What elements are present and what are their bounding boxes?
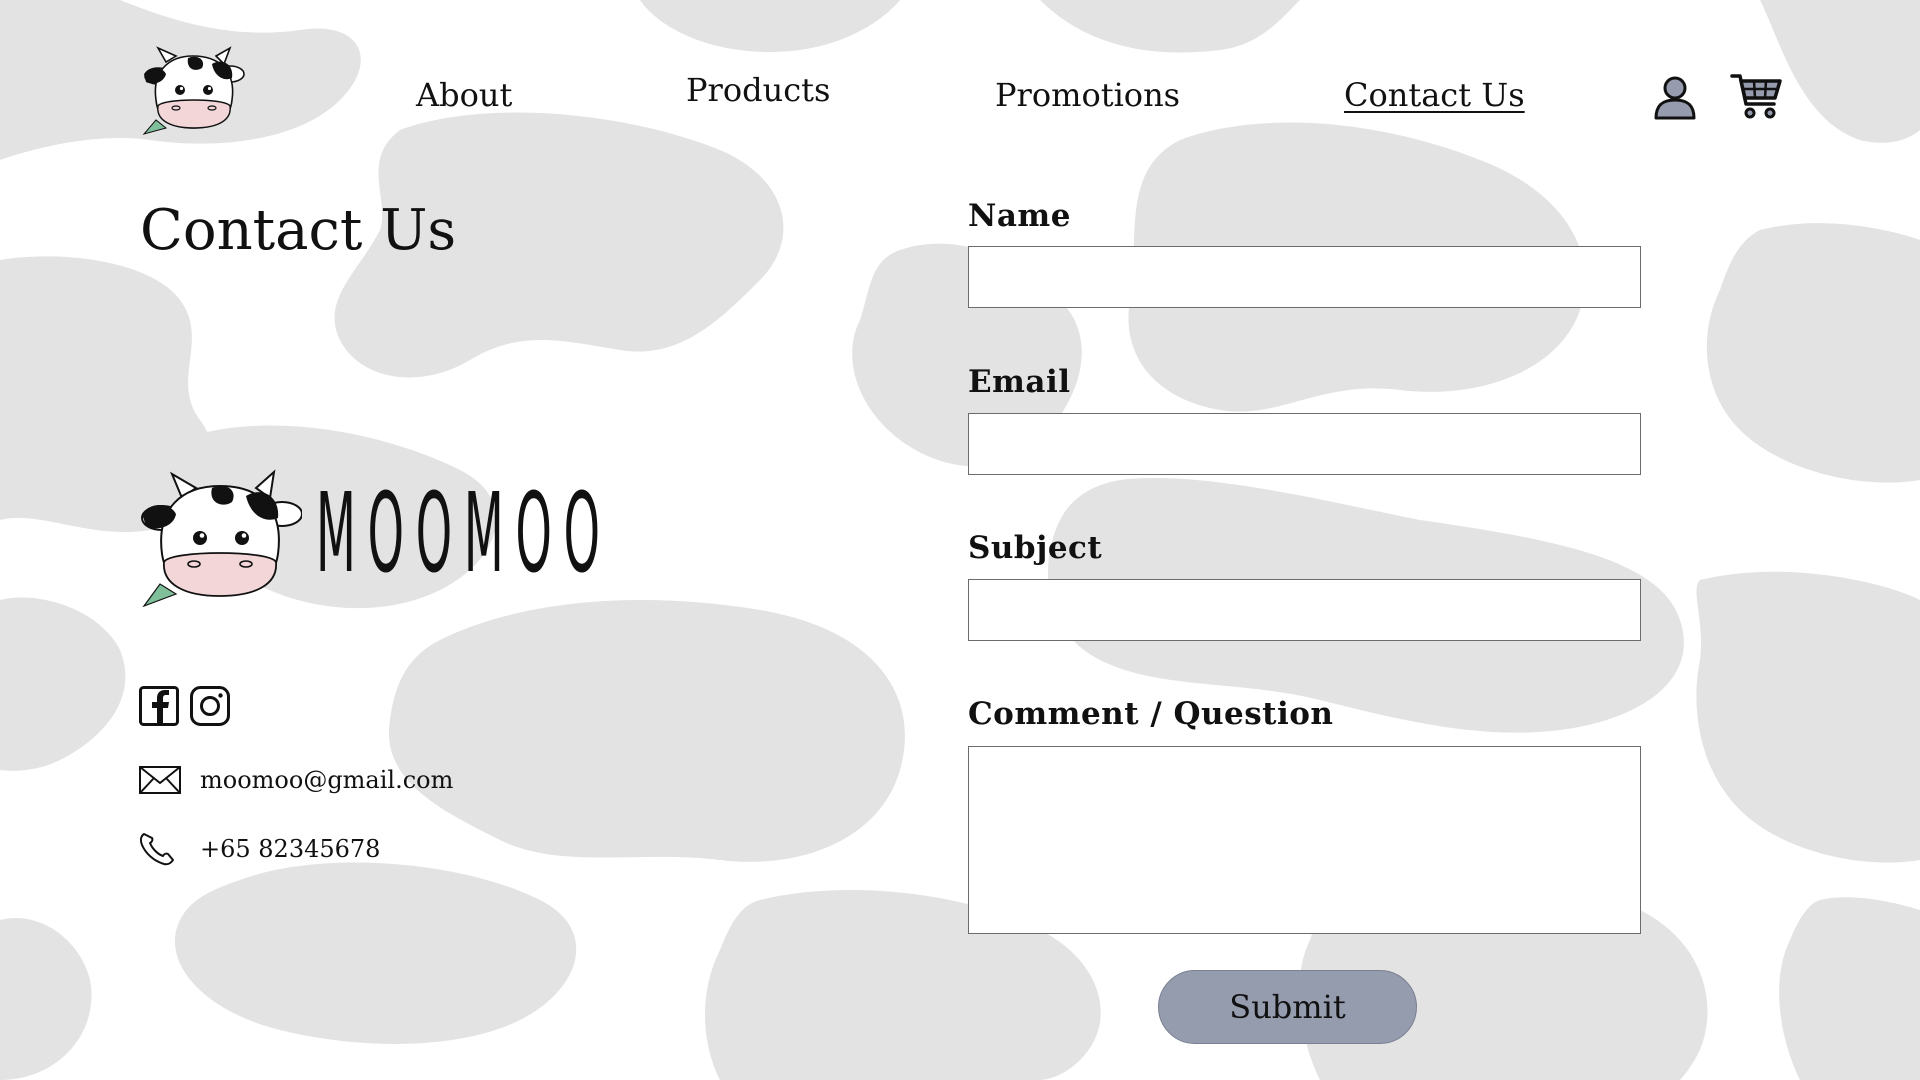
mail-icon: [139, 766, 181, 794]
nav-link-products[interactable]: Products: [686, 71, 830, 109]
user-icon[interactable]: [1652, 74, 1698, 120]
cart-icon[interactable]: [1730, 72, 1784, 120]
phone-icon: [139, 833, 174, 866]
cow-head-logo-icon[interactable]: [138, 44, 248, 136]
subject-label: Subject: [968, 530, 1103, 566]
contact-phone[interactable]: +65 82345678: [200, 835, 380, 863]
email-field[interactable]: [968, 413, 1641, 475]
name-label: Name: [968, 198, 1071, 234]
brand-wordmark: MOOMOO: [316, 469, 612, 597]
contact-email[interactable]: moomoo@gmail.com: [200, 766, 453, 794]
page-title: Contact Us: [140, 198, 457, 263]
nav-link-contact-us[interactable]: Contact Us: [1344, 76, 1525, 114]
email-label: Email: [968, 364, 1071, 400]
page-content: About Products Promotions Contact Us Con…: [0, 0, 1920, 1080]
comment-field[interactable]: [968, 746, 1641, 934]
facebook-icon[interactable]: [139, 686, 179, 726]
submit-button[interactable]: Submit: [1158, 970, 1417, 1044]
subject-field[interactable]: [968, 579, 1641, 641]
nav-link-promotions[interactable]: Promotions: [995, 76, 1180, 114]
name-field[interactable]: [968, 246, 1641, 308]
nav-link-about[interactable]: About: [416, 76, 512, 114]
comment-label: Comment / Question: [968, 696, 1334, 732]
cow-head-icon: [141, 469, 302, 608]
instagram-icon[interactable]: [190, 686, 230, 726]
